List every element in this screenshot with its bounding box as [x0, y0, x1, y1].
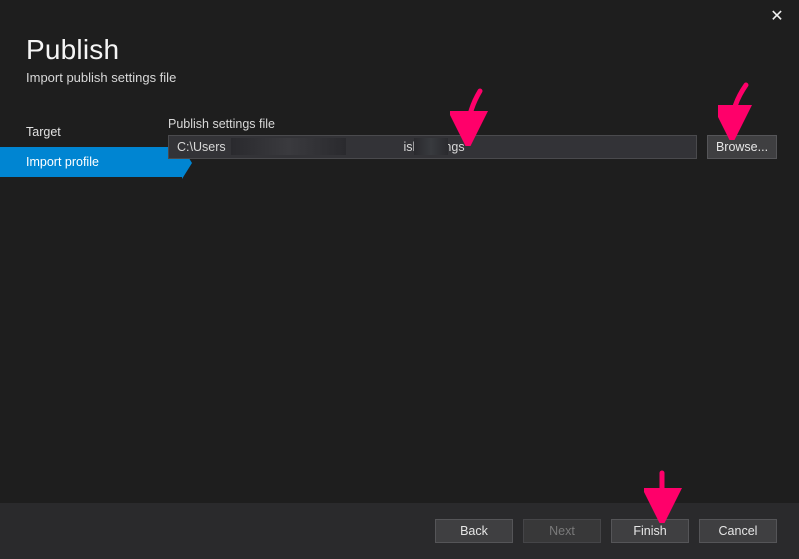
input-row: Browse...	[168, 135, 777, 159]
redaction-block	[231, 138, 346, 155]
cancel-button[interactable]: Cancel	[699, 519, 777, 543]
redaction-block	[414, 138, 448, 155]
redaction-block	[356, 138, 404, 155]
sidebar-item-label: Import profile	[26, 155, 99, 169]
dialog-footer: Back Next Finish Cancel	[0, 503, 799, 559]
input-wrap	[168, 135, 697, 159]
next-button: Next	[523, 519, 601, 543]
sidebar-item-label: Target	[26, 125, 61, 139]
field-label-publish-settings: Publish settings file	[168, 117, 777, 131]
sidebar-item-import-profile[interactable]: Import profile	[0, 147, 182, 177]
page-subtitle: Import publish settings file	[26, 70, 799, 85]
dialog-header: Publish Import publish settings file	[0, 0, 799, 85]
main-panel: Publish settings file Browse...	[168, 117, 799, 177]
wizard-sidebar: Target Import profile	[0, 117, 168, 177]
sidebar-item-target[interactable]: Target	[0, 117, 168, 147]
finish-button[interactable]: Finish	[611, 519, 689, 543]
close-icon[interactable]: ✕	[767, 8, 787, 28]
content-area: Target Import profile Publish settings f…	[0, 117, 799, 177]
page-title: Publish	[26, 34, 799, 66]
browse-button[interactable]: Browse...	[707, 135, 777, 159]
back-button[interactable]: Back	[435, 519, 513, 543]
